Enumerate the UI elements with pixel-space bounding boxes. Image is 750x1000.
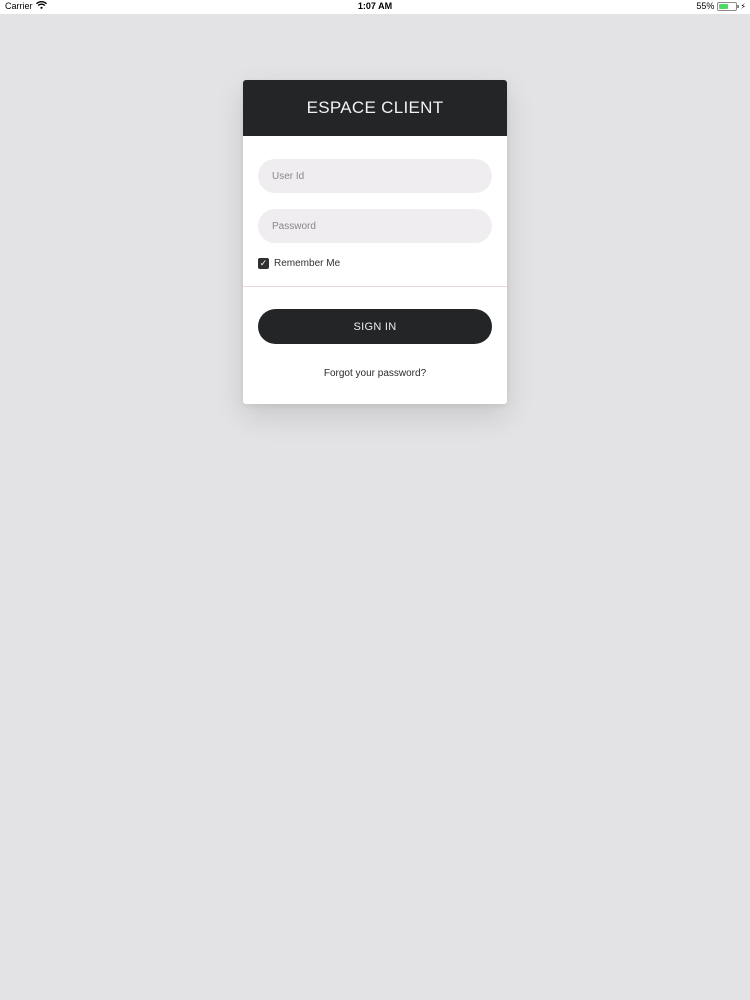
user-id-field[interactable] bbox=[258, 159, 492, 193]
login-card: ESPACE CLIENT ✓ Remember Me SIGN IN Forg… bbox=[243, 80, 507, 404]
divider bbox=[243, 286, 507, 287]
remember-me-checkbox[interactable]: ✓ bbox=[258, 258, 269, 269]
sign-in-button[interactable]: SIGN IN bbox=[258, 309, 492, 344]
charging-bolt-icon: ⚡ bbox=[740, 1, 746, 11]
login-title: ESPACE CLIENT bbox=[306, 98, 444, 117]
password-field[interactable] bbox=[258, 209, 492, 243]
forgot-password-link[interactable]: Forgot your password? bbox=[243, 368, 507, 379]
status-right: 55% ⚡ bbox=[696, 1, 746, 11]
status-bar: Carrier 1:07 AM 55% ⚡ bbox=[0, 0, 750, 14]
battery-fill bbox=[719, 3, 729, 9]
remember-me-label: Remember Me bbox=[274, 258, 341, 269]
status-time: 1:07 AM bbox=[357, 1, 393, 11]
battery-icon bbox=[717, 1, 740, 11]
remember-me-toggle[interactable]: ✓ Remember Me bbox=[258, 258, 340, 269]
battery-percent: 55% bbox=[696, 1, 715, 11]
login-header: ESPACE CLIENT bbox=[243, 80, 507, 136]
